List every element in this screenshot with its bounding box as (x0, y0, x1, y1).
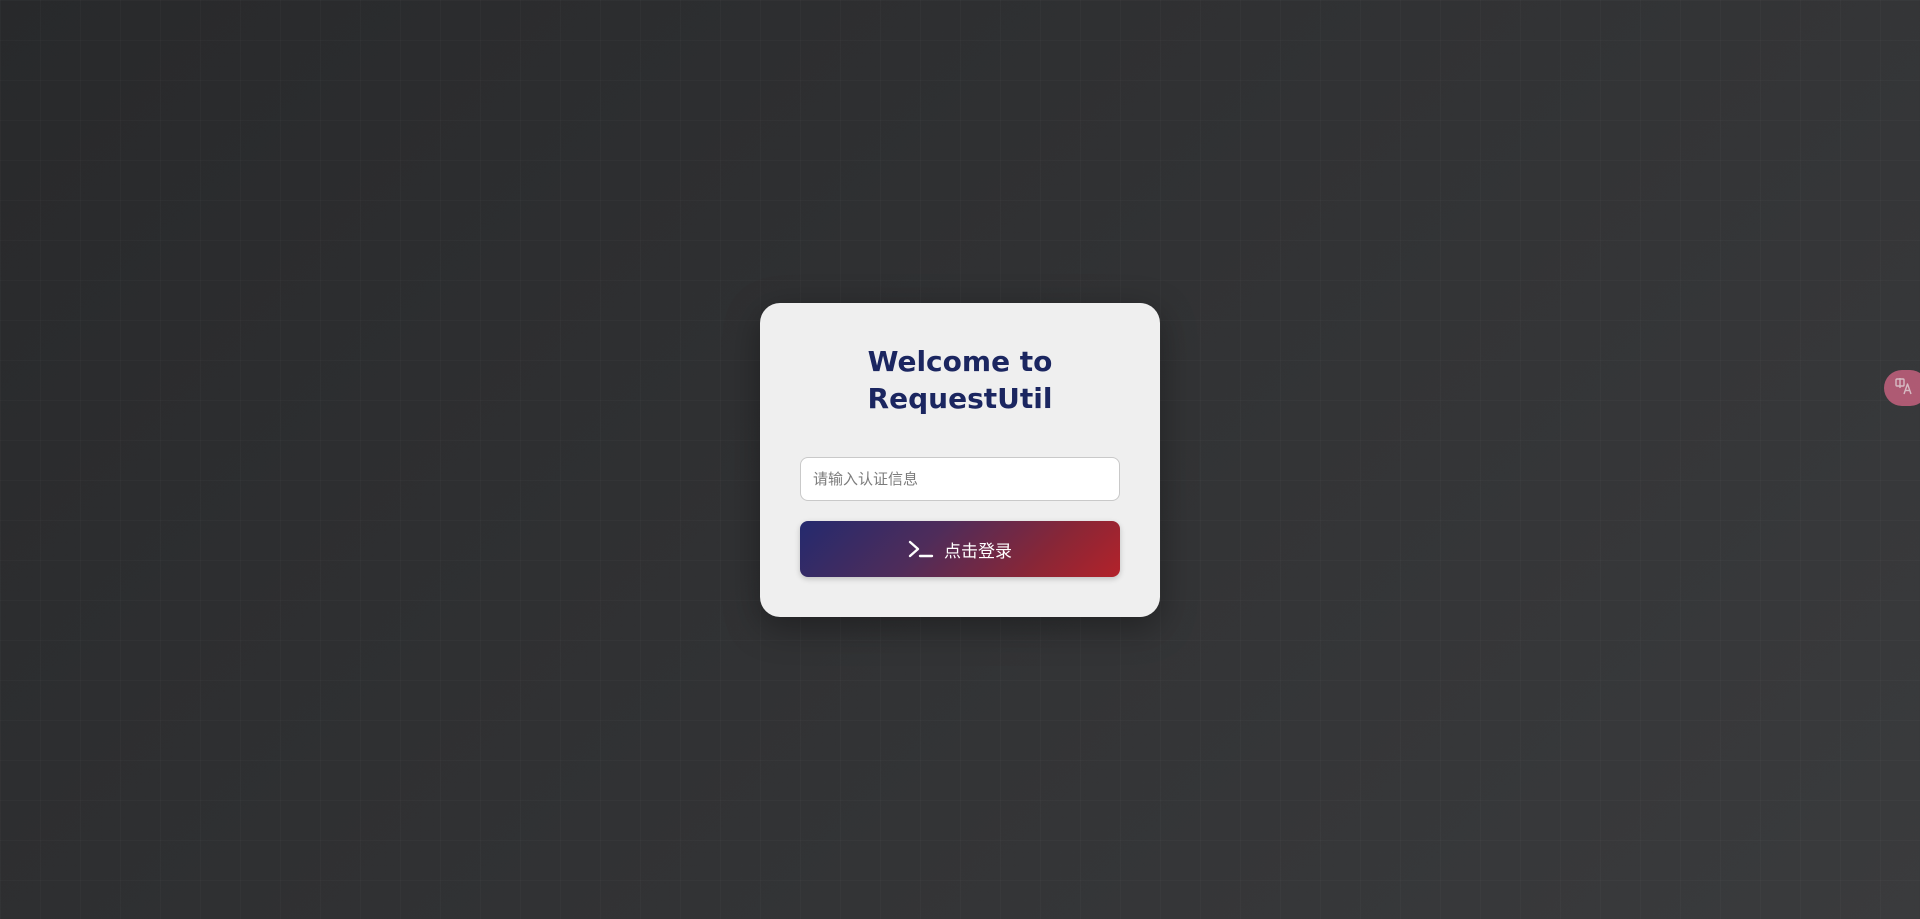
auth-input[interactable] (800, 457, 1120, 501)
terminal-icon (908, 539, 934, 559)
login-button[interactable]: 点击登录 (800, 521, 1120, 577)
login-button-label: 点击登录 (944, 541, 1012, 562)
translate-icon (1894, 376, 1914, 400)
translate-widget[interactable] (1884, 370, 1920, 406)
login-card: Welcome to RequestUtil 点击登录 (760, 303, 1160, 617)
page-title: Welcome to RequestUtil (867, 345, 1053, 415)
